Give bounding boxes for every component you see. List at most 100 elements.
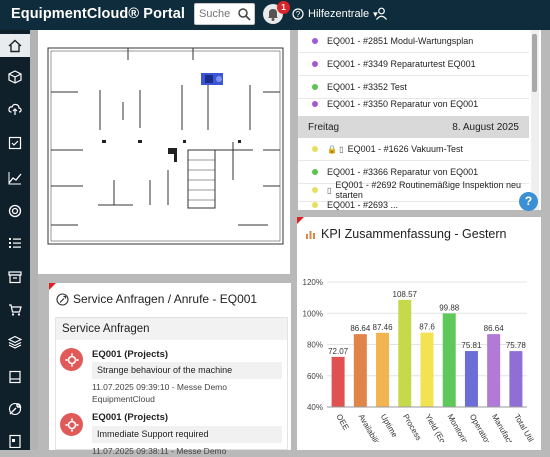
scrollbar-thumb[interactable] bbox=[532, 34, 537, 92]
brand-title[interactable]: EquipmentCloud® Portal bbox=[11, 6, 185, 22]
sidebar-item-cloud[interactable] bbox=[0, 97, 30, 120]
day-date: 8. August 2025 bbox=[452, 121, 519, 133]
x-tick-label: OEE bbox=[334, 413, 350, 432]
document-icon bbox=[9, 370, 21, 383]
data-label: 86.64 bbox=[484, 324, 505, 333]
bar-chart-icon bbox=[306, 231, 315, 239]
data-label: 87.46 bbox=[373, 323, 394, 332]
list-item[interactable]: EQ001 - #2851 Modul-Wartungsplan bbox=[298, 30, 529, 53]
bar-monitoring[interactable] bbox=[442, 313, 456, 407]
request-meta: 11.07.2025 09:38:11 - Messe Demo bbox=[92, 446, 227, 456]
cloud-upload-icon bbox=[8, 103, 22, 115]
wrench-icon bbox=[56, 292, 69, 306]
event-label: EQ001 - #3349 Reparaturtest EQ001 bbox=[327, 59, 476, 69]
gear-icon bbox=[65, 353, 78, 366]
request-description: Strange behaviour of the machine bbox=[92, 362, 282, 379]
document-icon: ▯ bbox=[327, 185, 332, 195]
lock-document-icons: 🔒 ▯ bbox=[327, 144, 344, 154]
bar-oee[interactable] bbox=[331, 356, 345, 407]
y-tick-label: 40% bbox=[307, 403, 323, 412]
service-title: Service Anfragen / Anrufe - EQ001 bbox=[56, 292, 257, 306]
data-label: 99.88 bbox=[439, 303, 460, 312]
status-dot bbox=[312, 61, 318, 67]
layers-icon bbox=[8, 335, 22, 349]
bar-uptime[interactable] bbox=[376, 332, 390, 407]
home-icon bbox=[8, 39, 22, 52]
bar-manufact[interactable] bbox=[487, 334, 501, 407]
bar-yield-eq[interactable] bbox=[420, 332, 434, 407]
bar-operation[interactable] bbox=[464, 351, 478, 407]
data-label: 75.78 bbox=[506, 341, 527, 350]
search-icon[interactable] bbox=[237, 7, 251, 24]
archive-icon bbox=[8, 270, 22, 283]
sidebar-item-list[interactable] bbox=[0, 231, 30, 254]
y-tick-label: 100% bbox=[303, 309, 323, 318]
floor-plan-panel bbox=[38, 30, 290, 274]
event-label: EQ001 - #2851 Modul-Wartungsplan bbox=[327, 36, 474, 46]
bar-availability[interactable] bbox=[353, 334, 367, 407]
user-icon[interactable] bbox=[375, 7, 388, 23]
request-icon bbox=[60, 413, 83, 436]
lifebuoy-icon bbox=[8, 204, 22, 217]
x-tick-label: Total Util bbox=[512, 413, 535, 443]
day-name: Freitag bbox=[308, 121, 340, 133]
request-meta: 11.07.2025 09:39:10 - Messe Demo bbox=[92, 382, 227, 392]
request-title[interactable]: EQ001 (Projects) bbox=[92, 412, 168, 423]
sidebar-item-equipment[interactable] bbox=[0, 65, 30, 88]
cube-icon bbox=[8, 69, 22, 84]
event-label: EQ001 - #3350 Reparatur von EQ001 bbox=[327, 98, 479, 109]
cart-icon bbox=[9, 303, 22, 316]
sidebar-item-shop[interactable] bbox=[0, 298, 30, 321]
y-tick-label: 80% bbox=[307, 341, 323, 350]
event-label: EQ001 - #3366 Reparatur von EQ001 bbox=[327, 167, 479, 177]
x-tick-label: Yield (Eq bbox=[423, 413, 447, 443]
search-input[interactable] bbox=[195, 8, 237, 20]
sidebar-item-home[interactable] bbox=[0, 34, 30, 57]
sidebar-item-archive[interactable] bbox=[0, 265, 30, 288]
request-meta-org: EquipmentCloud bbox=[92, 394, 155, 404]
sidebar-item-support[interactable] bbox=[0, 199, 30, 222]
list-item[interactable]: EQ001 - #3350 Reparatur von EQ001 bbox=[298, 92, 529, 115]
event-label: EQ001 - #1626 Vakuum-Test bbox=[347, 144, 463, 154]
question-circle-icon: ? bbox=[292, 8, 304, 20]
event-label: EQ001 - #3352 Test bbox=[327, 82, 407, 92]
svg-text:?: ? bbox=[296, 10, 301, 19]
x-tick-label: Operation bbox=[468, 413, 493, 443]
data-label: 72.07 bbox=[328, 347, 349, 356]
status-dot bbox=[312, 100, 318, 107]
sidebar-item-analytics[interactable] bbox=[0, 166, 30, 189]
y-tick-label: 60% bbox=[307, 372, 323, 381]
panel-corner-marker bbox=[297, 217, 304, 224]
search-box[interactable] bbox=[194, 3, 255, 25]
y-tick-label: 120% bbox=[303, 278, 323, 287]
status-dot bbox=[312, 202, 318, 208]
sidebar-item-tasks[interactable] bbox=[0, 131, 30, 154]
status-dot bbox=[312, 169, 318, 175]
bar-process[interactable] bbox=[398, 299, 412, 407]
help-question-button[interactable]: ? bbox=[519, 192, 538, 211]
event-label: EQ001 - #2692 Routinemäßige Inspektion n… bbox=[335, 180, 522, 200]
kpi-bar-chart[interactable]: 120%100%80%60%40%72.07OEE86.64Availabili… bbox=[297, 252, 537, 442]
list-item[interactable]: ▯ EQ001 - #2692 Routinemäßige Inspektion… bbox=[298, 179, 529, 202]
equipment-marker bbox=[201, 73, 223, 85]
help-center-menu[interactable]: ? Hilfezentrale ▾ bbox=[292, 8, 378, 20]
sidebar-item-tools[interactable] bbox=[0, 397, 30, 420]
floor-plan-drawing[interactable] bbox=[38, 30, 290, 274]
request-title[interactable]: EQ001 (Projects) bbox=[92, 349, 168, 360]
content-gutter bbox=[30, 30, 38, 450]
sidebar-item-layers[interactable] bbox=[0, 330, 30, 353]
x-tick-label: Process bbox=[401, 413, 423, 443]
sidebar-item-documents[interactable] bbox=[0, 365, 30, 388]
list-item[interactable]: EQ001 - #3349 Reparaturtest EQ001 bbox=[298, 53, 529, 76]
list-item[interactable]: EQ001 - #2693 ... bbox=[298, 200, 529, 210]
day-separator: Freitag 8. August 2025 bbox=[298, 116, 529, 138]
request-description: Immediate Support required bbox=[92, 426, 282, 443]
status-dot bbox=[312, 38, 318, 44]
sidebar-item-id[interactable] bbox=[0, 429, 30, 452]
data-label: 108.57 bbox=[393, 290, 418, 299]
chart-line-icon bbox=[8, 171, 22, 184]
status-dot bbox=[312, 146, 318, 152]
bar-total-util[interactable] bbox=[509, 351, 523, 407]
data-label: 75.81 bbox=[461, 341, 482, 350]
list-item[interactable]: 🔒 ▯ EQ001 - #1626 Vakuum-Test bbox=[298, 138, 529, 161]
